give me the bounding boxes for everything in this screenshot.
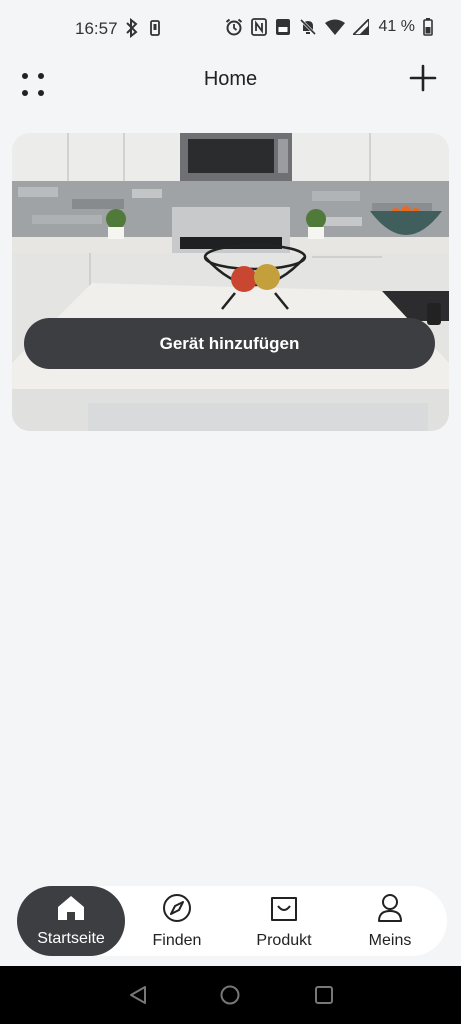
- nav-item-produkt[interactable]: Produkt: [239, 886, 329, 956]
- nav-label: Produkt: [256, 931, 312, 949]
- alarm-icon: [225, 18, 243, 36]
- nav-item-startseite[interactable]: Startseite: [17, 886, 125, 956]
- status-bar: 16:57 41 %: [0, 0, 461, 58]
- home-circle-icon[interactable]: [219, 984, 241, 1006]
- wifi-icon: [324, 19, 345, 35]
- bottom-nav: Startseite Finden Produkt Meins: [17, 886, 447, 956]
- app-bar: Home: [0, 58, 461, 102]
- battery-icon: [423, 18, 433, 36]
- nav-item-finden[interactable]: Finden: [133, 886, 221, 956]
- nav-label: Finden: [152, 931, 202, 949]
- plus-icon[interactable]: [409, 64, 437, 92]
- back-icon[interactable]: [127, 984, 149, 1006]
- shopping-bag-icon: [269, 893, 299, 928]
- nfc-icon: [250, 18, 267, 36]
- nav-item-meins[interactable]: Meins: [347, 886, 433, 956]
- home-icon: [57, 895, 85, 926]
- home-card: Gerät hinzufügen: [12, 133, 449, 431]
- add-device-button[interactable]: Gerät hinzufügen: [24, 318, 435, 369]
- mute-icon: [299, 18, 317, 36]
- user-icon: [376, 893, 404, 928]
- page-title: Home: [203, 68, 258, 90]
- battery-percentage: 41 %: [378, 18, 415, 35]
- phone-icon: [149, 19, 161, 37]
- bluetooth-icon: [125, 18, 139, 38]
- kitchen-image: [12, 133, 449, 431]
- recents-icon[interactable]: [313, 984, 335, 1006]
- status-time: 16:57: [75, 19, 118, 38]
- signal-icon: [352, 19, 369, 35]
- nav-label: Meins: [368, 931, 412, 949]
- compass-icon: [162, 893, 192, 928]
- nav-label: Startseite: [37, 929, 105, 947]
- system-nav-bar: [0, 966, 461, 1024]
- volte-icon: [275, 18, 291, 36]
